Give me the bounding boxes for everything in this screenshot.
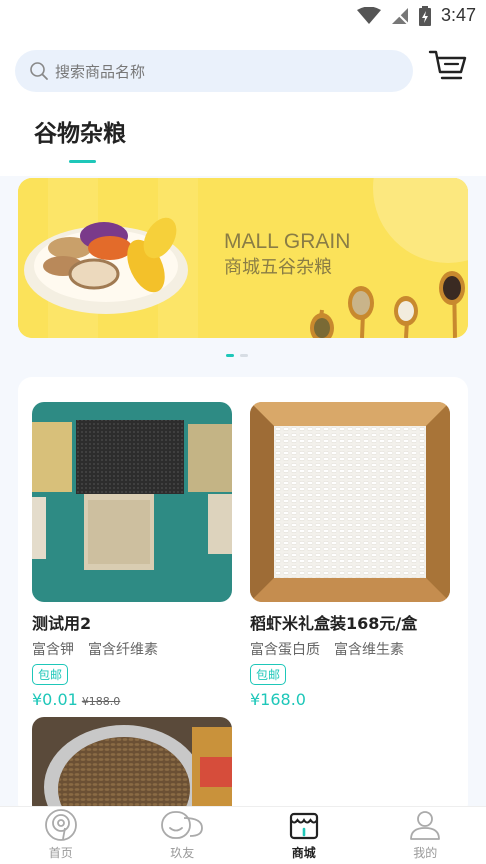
pagination-dot-active — [226, 354, 234, 357]
product-price: ¥0.01 — [32, 690, 78, 709]
header: 搜索商品名称 — [0, 44, 486, 100]
product-image — [250, 402, 450, 602]
store-icon — [289, 812, 318, 840]
nav-label: 我的 — [413, 846, 438, 860]
price-row: ¥0.01 ¥188.0 — [32, 690, 232, 709]
product-grid: 测试用2 富含钾 富含纤维素 包邮 ¥0.01 ¥188.0 稻虾米礼盒装168… — [18, 377, 468, 817]
nav-label: 首页 — [48, 846, 73, 860]
home-icon — [44, 809, 77, 841]
search-icon — [30, 62, 48, 80]
product-original-price: ¥188.0 — [81, 695, 121, 708]
battery-icon — [418, 5, 431, 26]
no-signal-icon — [391, 6, 409, 25]
product-tags: 富含钾 富含纤维素 — [32, 639, 232, 659]
banner-pagination — [226, 354, 248, 357]
product-card[interactable]: 稻虾米礼盒装168元/盒 富含蛋白质 富含维生素 包邮 ¥168.0 — [250, 402, 450, 709]
pagination-dot — [240, 354, 248, 357]
product-tag: 富含维生素 — [334, 642, 404, 658]
bottom-nav: 首页 玖友 商城 我的 — [0, 806, 486, 864]
banner-art: MALL GRAIN 商城五谷杂粮 — [18, 178, 468, 338]
category-tab-grains[interactable]: 谷物杂粮 — [34, 114, 126, 148]
product-price: ¥168.0 — [250, 690, 306, 709]
price-row: ¥168.0 — [250, 690, 450, 709]
search-input[interactable]: 搜索商品名称 — [15, 50, 413, 92]
product-name: 测试用2 — [32, 614, 92, 633]
product-tag: 富含钾 — [32, 642, 74, 658]
chat-icon — [161, 811, 204, 839]
status-bar: 3:47 — [0, 0, 486, 34]
content-area: MALL GRAIN 商城五谷杂粮 测试用2 富含钾 富含纤维素 包邮 ¥0.0… — [0, 176, 486, 817]
nav-friends[interactable]: 玖友 — [122, 807, 244, 864]
product-card[interactable] — [32, 717, 232, 817]
product-image — [32, 717, 232, 817]
status-icons: 3:47 — [356, 5, 476, 26]
status-time: 3:47 — [440, 5, 476, 25]
product-tags: 富含蛋白质 富含维生素 — [250, 639, 450, 659]
nav-label: 商城 — [291, 846, 316, 860]
cart-icon — [428, 50, 467, 80]
category-tab-indicator — [69, 160, 96, 163]
product-name: 稻虾米礼盒装168元/盒 — [250, 614, 418, 633]
wifi-icon — [356, 6, 381, 24]
nav-mall[interactable]: 商城 — [243, 807, 365, 864]
promo-banner[interactable]: MALL GRAIN 商城五谷杂粮 — [18, 178, 468, 338]
profile-icon — [410, 811, 441, 840]
product-card[interactable]: 测试用2 富含钾 富含纤维素 包邮 ¥0.01 ¥188.0 — [32, 402, 232, 709]
free-shipping-badge: 包邮 — [250, 664, 287, 685]
banner-title-en: MALL GRAIN — [224, 230, 350, 253]
banner-title-cn: 商城五谷杂粮 — [224, 257, 332, 278]
search-placeholder: 搜索商品名称 — [55, 62, 146, 81]
cart-button[interactable] — [428, 48, 468, 84]
nav-home[interactable]: 首页 — [0, 807, 122, 864]
nav-label: 玖友 — [170, 846, 195, 860]
nav-profile[interactable]: 我的 — [365, 807, 486, 864]
free-shipping-badge: 包邮 — [32, 664, 69, 685]
product-image — [32, 402, 232, 602]
product-tag: 富含纤维素 — [88, 642, 158, 658]
product-tag: 富含蛋白质 — [250, 642, 320, 658]
